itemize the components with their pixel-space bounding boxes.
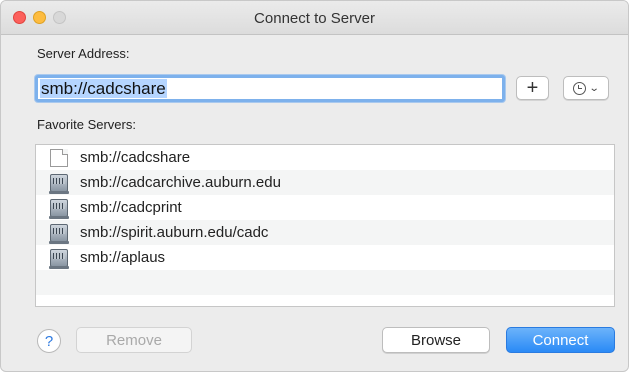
list-item[interactable]: smb://cadcprint bbox=[36, 195, 614, 220]
server-icon bbox=[49, 223, 69, 244]
plus-icon: + bbox=[526, 76, 539, 99]
list-item[interactable]: smb://cadcshare bbox=[36, 145, 614, 170]
server-icon bbox=[49, 198, 69, 219]
server-icon bbox=[49, 173, 69, 194]
server-address-value[interactable]: smb://cadcshare bbox=[40, 79, 167, 98]
title-bar: Connect to Server bbox=[1, 1, 628, 35]
connect-to-server-window: Connect to Server Server Address: smb://… bbox=[0, 0, 629, 372]
browse-button[interactable]: Browse bbox=[382, 327, 490, 353]
remove-button[interactable]: Remove bbox=[76, 327, 192, 353]
list-item-label: smb://cadcshare bbox=[80, 149, 191, 166]
list-item-label: smb://cadcarchive.auburn.edu bbox=[80, 174, 281, 191]
clock-icon bbox=[573, 81, 587, 95]
connect-button[interactable]: Connect bbox=[506, 327, 615, 353]
list-item[interactable]: smb://spirit.auburn.edu/cadc bbox=[36, 220, 614, 245]
document-icon bbox=[50, 148, 68, 167]
question-mark-icon: ? bbox=[44, 332, 54, 350]
empty-row bbox=[36, 270, 614, 295]
chevron-down-icon: ⌄ bbox=[589, 82, 600, 94]
window-title: Connect to Server bbox=[254, 10, 375, 27]
list-item-label: smb://aplaus bbox=[80, 249, 166, 266]
server-address-label: Server Address: bbox=[37, 46, 130, 61]
list-item[interactable]: smb://aplaus bbox=[36, 245, 614, 270]
list-item-label: smb://cadcprint bbox=[80, 199, 182, 216]
server-icon bbox=[49, 248, 69, 269]
list-item[interactable]: smb://cadcarchive.auburn.edu bbox=[36, 170, 614, 195]
add-favorite-button[interactable]: + bbox=[516, 76, 549, 100]
server-address-input[interactable]: smb://cadcshare bbox=[35, 75, 505, 102]
favorite-servers-list[interactable]: smb://cadcshare smb://cadcarchive.auburn… bbox=[35, 144, 615, 307]
help-button[interactable]: ? bbox=[37, 329, 61, 353]
recent-servers-button[interactable]: ⌄ bbox=[563, 76, 609, 100]
list-item-label: smb://spirit.auburn.edu/cadc bbox=[80, 224, 269, 241]
favorite-servers-label: Favorite Servers: bbox=[37, 117, 136, 132]
